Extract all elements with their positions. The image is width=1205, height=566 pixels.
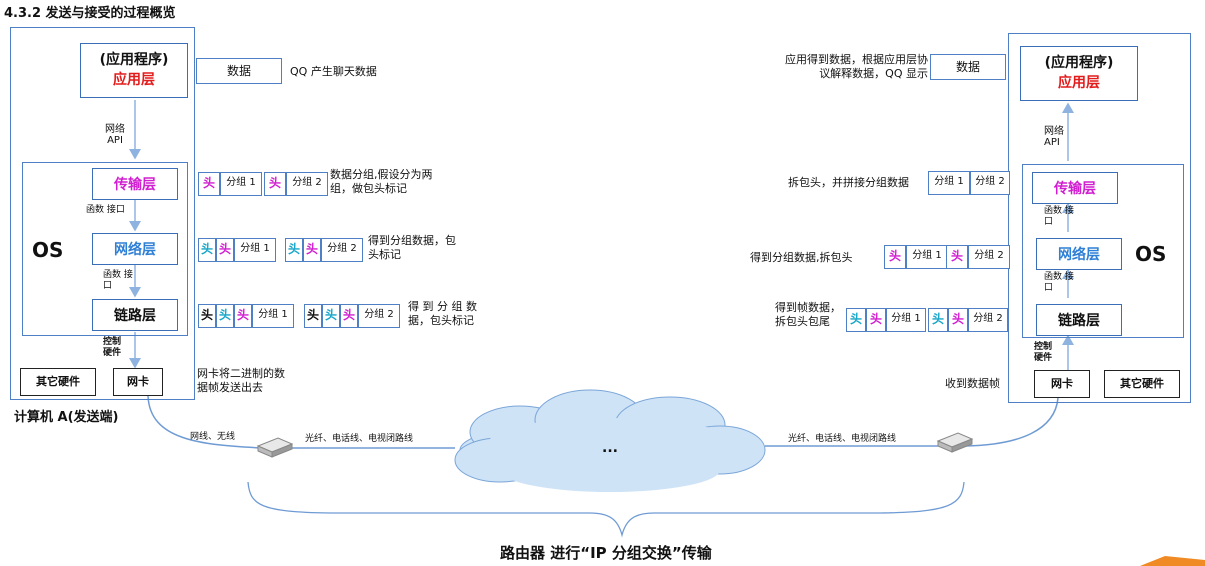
packet-head: 头 <box>946 245 968 269</box>
receiver-net-note: 得到分组数据,拆包头 <box>750 251 853 264</box>
receiver-network-packet-2: 头 分组 2 <box>946 245 1010 269</box>
sender-ctrl-hw-label: 控制 硬件 <box>103 337 122 358</box>
receiver-transport-packets: 分组 1 分组 2 <box>928 171 1010 195</box>
packet-seg2: 分组 2 <box>968 245 1010 269</box>
receiver-app-line1: (应用程序) <box>1044 55 1114 71</box>
packet-head-network: 头 <box>216 304 234 328</box>
packet-head-transport: 头 <box>866 308 886 332</box>
packet-head-network: 头 <box>322 304 340 328</box>
packet-head-transport: 头 <box>216 238 234 262</box>
receiver-network-layer: 网络层 <box>1036 238 1122 270</box>
packet-seg1: 分组 1 <box>234 238 276 262</box>
sender-link-note: 得 到 分 组 数 据，包头标记 <box>408 300 477 327</box>
sender-nic-note: 网卡将二进制的数据帧发送出去 <box>197 367 285 394</box>
sender-transport-packet-2: 头 分组 2 <box>264 172 328 196</box>
sender-app-line1: (应用程序) <box>99 52 169 68</box>
packet-head-transport: 头 <box>234 304 252 328</box>
sender-network-packet-2: 头 头 分组 2 <box>285 238 363 262</box>
receiver-link-packet-1: 头 头 分组 1 <box>846 308 926 332</box>
packet-seg1: 分组 1 <box>252 304 294 328</box>
sender-cable-label: 网线、无线 <box>190 432 236 442</box>
sender-seg-note: 数据分组,假设分为两组，做包头标记 <box>330 168 433 195</box>
sender-transport-layer: 传输层 <box>92 168 178 200</box>
router-right-icon <box>936 432 974 453</box>
packet-seg1: 分组 1 <box>886 308 926 332</box>
packet-head-link: 头 <box>304 304 322 328</box>
receiver-func2-label: 函数 接口 <box>1044 272 1074 293</box>
receiver-nic: 网卡 <box>1034 370 1090 398</box>
packet-head: 头 <box>264 172 286 196</box>
packet-seg1: 分组 1 <box>220 172 262 196</box>
sender-os-label: OS <box>32 238 64 262</box>
packet-seg2: 分组 2 <box>970 171 1010 195</box>
sender-computer-label: 计算机 A(发送端) <box>14 410 119 425</box>
sender-app-layer: (应用程序) 应用层 <box>80 43 188 98</box>
fiber-left-label: 光纤、电话线、电视闭路线 <box>305 434 414 444</box>
sender-other-hardware: 其它硬件 <box>20 368 96 396</box>
sender-link-packet-2: 头 头 头 分组 2 <box>304 304 400 328</box>
receiver-nic-note: 收到数据帧 <box>945 377 1000 390</box>
sender-link-layer: 链路层 <box>92 299 178 331</box>
packet-head-network: 头 <box>198 238 216 262</box>
packet-seg1: 分组 1 <box>928 171 970 195</box>
packet-head: 头 <box>884 245 906 269</box>
router-left-icon <box>256 437 294 458</box>
receiver-api-label: 网络 API <box>1044 126 1064 148</box>
packet-head-transport: 头 <box>303 238 321 262</box>
cloud-ellipsis: ... <box>602 440 618 456</box>
routing-caption: 路由器 进行“IP 分组交换”传输 <box>500 544 712 562</box>
receiver-app-note: 应用得到数据，根据应用层协议解释数据，QQ 显示 <box>785 53 928 80</box>
packet-head-network: 头 <box>285 238 303 262</box>
packet-seg2: 分组 2 <box>321 238 363 262</box>
sender-api-label: 网络 API <box>105 124 125 146</box>
sender-nic: 网卡 <box>113 368 163 396</box>
sender-data-box: 数据 <box>196 58 282 84</box>
packet-seg2: 分组 2 <box>968 308 1008 332</box>
receiver-os-label: OS <box>1135 242 1167 266</box>
packet-head-transport: 头 <box>340 304 358 328</box>
sender-transport-packet-1: 头 分组 1 <box>198 172 262 196</box>
sender-app-line2: 应用层 <box>113 72 155 88</box>
receiver-link-layer: 链路层 <box>1036 304 1122 336</box>
receiver-data-box: 数据 <box>930 54 1006 80</box>
fiber-right-label: 光纤、电话线、电视闭路线 <box>788 434 897 444</box>
receiver-func1-label: 函数 接口 <box>1044 206 1074 227</box>
sender-link-packet-1: 头 头 头 分组 1 <box>198 304 294 328</box>
receiver-link-packet-2: 头 头 分组 2 <box>928 308 1008 332</box>
receiver-app-line2: 应用层 <box>1058 75 1100 91</box>
receiver-other-hardware: 其它硬件 <box>1104 370 1180 398</box>
receiver-app-layer: (应用程序) 应用层 <box>1020 46 1138 101</box>
packet-head-transport: 头 <box>948 308 968 332</box>
packet-seg2: 分组 2 <box>358 304 400 328</box>
packet-head-link: 头 <box>198 304 216 328</box>
packet-head: 头 <box>198 172 220 196</box>
receiver-trans-note: 拆包头，并拼接分组数据 <box>788 176 909 189</box>
sender-network-packet-1: 头 头 分组 1 <box>198 238 276 262</box>
receiver-transport-layer: 传输层 <box>1032 172 1118 204</box>
packet-head-network: 头 <box>928 308 948 332</box>
sender-network-layer: 网络层 <box>92 233 178 265</box>
sender-net-note: 得到分组数据，包头标记 <box>368 234 456 261</box>
sender-data-note: QQ 产生聊天数据 <box>290 65 377 78</box>
page-title: 4.3.2 发送与接受的过程概览 <box>4 6 176 21</box>
packet-seg1: 分组 1 <box>906 245 948 269</box>
receiver-network-packet-1: 头 分组 1 <box>884 245 948 269</box>
receiver-ctrl-hw-label: 控制 硬件 <box>1034 342 1053 363</box>
packet-seg2: 分组 2 <box>286 172 328 196</box>
receiver-link-note: 得到帧数据，拆包头包尾 <box>775 301 841 328</box>
sender-func1-label: 函数 接口 <box>86 205 125 215</box>
sender-func2-label: 函数 接口 <box>103 270 133 291</box>
packet-head-network: 头 <box>846 308 866 332</box>
